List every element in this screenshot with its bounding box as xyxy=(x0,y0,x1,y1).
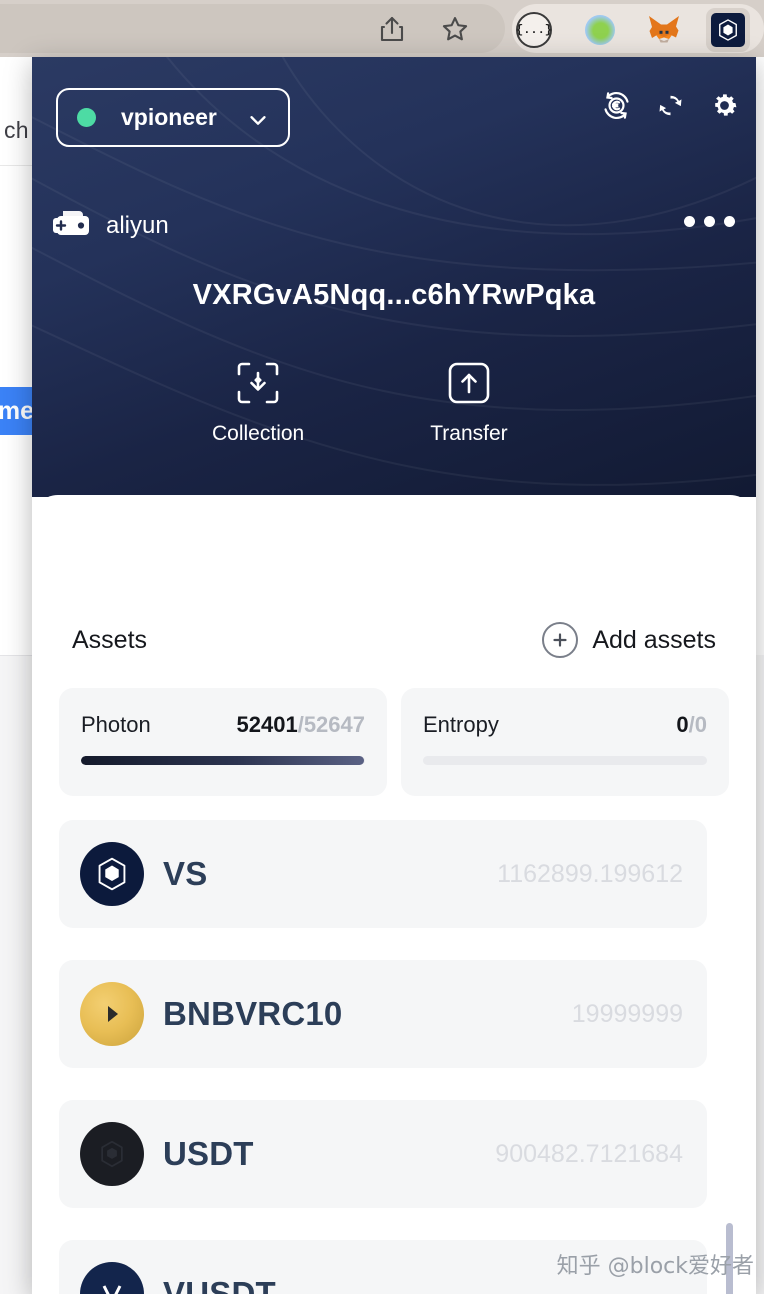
token-symbol: BNBVRC10 xyxy=(163,995,343,1032)
photon-resource-card[interactable]: Photon 52401/52647 xyxy=(59,688,387,796)
gear-icon[interactable] xyxy=(708,89,740,121)
account-row[interactable]: aliyun xyxy=(53,207,169,244)
background-text-fragment: ch xyxy=(4,117,29,143)
transfer-label: Transfer xyxy=(430,422,508,445)
arrow-up-box-icon xyxy=(446,360,492,411)
vusdt-glyph xyxy=(102,1285,122,1294)
json-viewer-extension-icon[interactable]: {...} xyxy=(512,8,556,52)
bookmark-star-icon[interactable] xyxy=(434,8,476,50)
assets-header: Assets Add assets xyxy=(72,622,716,658)
dot xyxy=(724,216,735,227)
wallet-extension-popup: vpioneer aliyun VXRGvA5Nqq...c6hYRwPqka … xyxy=(32,57,756,1294)
wallet-add-icon xyxy=(53,207,93,244)
dot xyxy=(704,216,715,227)
json-viewer-glyph: {...} xyxy=(516,12,552,48)
transfer-button[interactable]: Transfer xyxy=(430,360,508,446)
resource-value: 52401/52647 xyxy=(236,712,366,737)
list-item[interactable]: BNBVRC10 19999999 xyxy=(59,960,707,1068)
watermark: 知乎 @block爱好者 xyxy=(556,1254,754,1279)
currency-refresh-icon[interactable] xyxy=(600,89,632,121)
dot xyxy=(684,216,695,227)
token-amount: 1162899.199612 xyxy=(497,859,683,888)
browser-toolbar: {...} xyxy=(0,0,764,57)
token-symbol: VS xyxy=(163,855,208,892)
wallet-header: vpioneer aliyun VXRGvA5Nqq...c6hYRwPqka … xyxy=(32,57,756,497)
bnbvrc10-token-icon xyxy=(80,982,144,1046)
network-selector[interactable]: vpioneer xyxy=(56,88,290,147)
chevron-down-icon xyxy=(247,109,269,136)
add-assets-label: Add assets xyxy=(592,625,716,654)
gradient-circle-glyph xyxy=(585,15,615,45)
vs-wallet-glyph xyxy=(711,13,745,47)
share-icon[interactable] xyxy=(371,8,413,50)
list-item[interactable]: USDT 900482.7121684 xyxy=(59,1100,707,1208)
resource-progress-track xyxy=(81,756,365,765)
token-symbol: USDT xyxy=(163,1135,254,1172)
address-bar[interactable] xyxy=(0,4,505,53)
resource-progress-track xyxy=(423,756,707,765)
resource-name: Photon xyxy=(81,712,151,737)
token-amount: 19999999 xyxy=(571,999,683,1028)
scan-receive-icon xyxy=(235,360,281,411)
token-symbol: VUSDT xyxy=(163,1275,276,1294)
assets-sheet: Assets Add assets Photon 52401/52647 Ent… xyxy=(32,495,756,1294)
entropy-resource-card[interactable]: Entropy 0/0 xyxy=(401,688,729,796)
network-name: vpioneer xyxy=(121,104,217,130)
metamask-extension-icon[interactable] xyxy=(642,8,686,52)
screenshot-root: ch me {...} vpioneer aliyun VXRGvA5Nqq..… xyxy=(0,0,764,1294)
resource-progress-fill xyxy=(81,756,364,765)
token-list[interactable]: VS 1162899.199612 BNBVRC10 19999999 USDT… xyxy=(59,820,729,1294)
collection-button[interactable]: Collection xyxy=(212,360,304,446)
token-amount: 900482.7121684 xyxy=(495,1139,683,1168)
usdt-token-icon xyxy=(80,1122,144,1186)
wallet-action-buttons: Collection Transfer xyxy=(32,360,756,446)
resource-value: 0/0 xyxy=(676,712,707,737)
plus-circle-icon xyxy=(542,622,579,658)
page-title: Assets xyxy=(72,625,148,654)
gradient-circle-extension-icon[interactable] xyxy=(578,8,622,52)
vusdt-token-icon xyxy=(80,1262,144,1294)
metamask-fox-glyph xyxy=(649,16,679,43)
wallet-address[interactable]: VXRGvA5Nqq...c6hYRwPqka xyxy=(32,279,756,312)
resource-name: Entropy xyxy=(423,712,499,737)
collection-label: Collection xyxy=(212,422,305,445)
header-action-group xyxy=(600,89,740,121)
background-button-label: me xyxy=(0,397,34,425)
bnb-glyph xyxy=(108,1006,118,1022)
add-assets-button[interactable]: Add assets xyxy=(542,622,716,658)
sync-refresh-icon[interactable] xyxy=(654,89,686,121)
background-divider xyxy=(0,655,36,656)
account-name: aliyun xyxy=(106,211,169,239)
list-item[interactable]: VS 1162899.199612 xyxy=(59,820,707,928)
more-options-icon[interactable] xyxy=(684,216,735,227)
resource-cards: Photon 52401/52647 Entropy 0/0 xyxy=(59,688,729,796)
network-status-dot xyxy=(77,108,96,127)
vs-token-icon xyxy=(80,842,144,906)
vs-wallet-extension-icon[interactable] xyxy=(706,8,750,52)
